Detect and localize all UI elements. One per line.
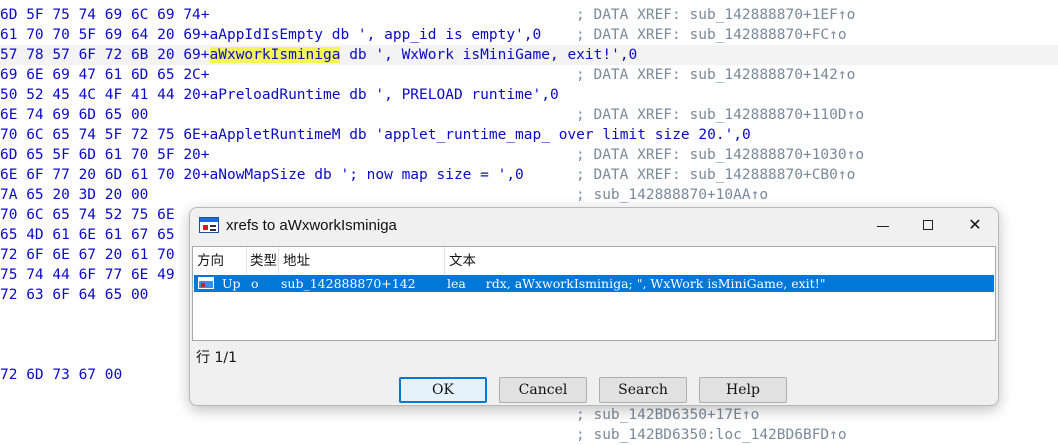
listing-code: 7A 65 20 3D 20 00 xyxy=(0,187,149,203)
xref-row-icon xyxy=(198,277,214,289)
listing-code: 6D 65 5F 6D 61 70 5F 20+ xyxy=(0,147,210,163)
listing-code: 61 70 70 5F 69 64 20 69+aAppIdIsEmpty db… xyxy=(0,27,542,43)
listing-comment: ; DATA XREF: sub_142888870+1030↑o xyxy=(576,147,865,163)
listing-comment: ; DATA XREF: sub_142888870+1EF↑o xyxy=(576,7,856,23)
help-button[interactable]: Help xyxy=(699,377,787,403)
listing-code: 65 4D 61 6E 61 67 65 xyxy=(0,227,175,243)
xref-list[interactable]: 方向 类型 地址 文本 Up o sub_142888870+142 lea r… xyxy=(192,246,996,341)
listing-code: 6D 5F 75 74 69 6C 69 74+ xyxy=(0,7,210,23)
listing-comment: ; DATA XREF: sub_142888870+142↑o xyxy=(576,67,856,83)
close-icon: ✕ xyxy=(968,217,982,234)
listing-line[interactable]: 72 6D 73 67 00 xyxy=(0,365,122,385)
close-button[interactable]: ✕ xyxy=(952,208,998,244)
list-header: 方向 类型 地址 文本 xyxy=(193,247,995,275)
listing-code: 57 78 57 6F 72 6B 20 69+ xyxy=(0,47,210,63)
listing-line[interactable]: 7A 65 20 3D 20 00 ; sub_142888870+10AA↑o xyxy=(0,185,768,205)
listing-line[interactable]: 6D 65 5F 6D 61 70 5F 20+ ; DATA XREF: sub… xyxy=(0,145,864,165)
maximize-button[interactable] xyxy=(906,208,952,244)
dialog-titlebar[interactable]: xrefs to aWxworkIsminiga ✕ xyxy=(190,208,998,244)
maximize-icon xyxy=(923,220,933,230)
listing-comment: ; DATA XREF: sub_142888870+110D↑o xyxy=(576,107,865,123)
listing-code: 70 6C 65 74 5F 72 75 6E+aAppletRuntimeM … xyxy=(0,127,751,143)
listing-line[interactable]: 6E 6F 77 20 6D 61 70 20+aNowMapSize db '… xyxy=(0,165,855,185)
listing-comment: ; sub_142BD6350+17E↑o xyxy=(576,407,760,423)
xref-type: o xyxy=(251,276,259,291)
search-button[interactable]: Search xyxy=(599,377,687,403)
listing-comment: ; DATA XREF: sub_142888870+FC↑o xyxy=(576,27,847,43)
listing-line[interactable]: 6E 74 69 6D 65 00 ; DATA XREF: sub_142888… xyxy=(0,105,864,125)
listing-code: db ', WxWork isMiniGame, exit!',0 xyxy=(340,47,638,63)
listing-line[interactable]: 69 6E 69 47 61 6D 65 2C+ ; DATA XREF: sub… xyxy=(0,65,855,85)
xrefs-dialog: xrefs to aWxworkIsminiga ✕ 方向 类型 地址 文本 U… xyxy=(189,207,999,406)
listing-code: 6E 74 69 6D 65 00 xyxy=(0,107,149,123)
listing-line[interactable]: 70 6C 65 74 52 75 6E xyxy=(0,205,175,225)
column-header-address[interactable]: 地址 xyxy=(279,247,445,275)
listing-code: 70 6C 65 74 52 75 6E xyxy=(0,207,175,223)
listing-line[interactable]: 65 4D 61 6E 61 67 65 xyxy=(0,225,175,245)
listing-line[interactable]: 6D 5F 75 74 69 6C 69 74+ ; DATA XREF: sub… xyxy=(0,5,855,25)
column-header-type[interactable]: 类型 xyxy=(247,247,279,275)
listing-code: 72 63 6F 64 65 00 xyxy=(0,287,149,303)
minimize-icon xyxy=(877,226,889,227)
listing-code: 72 6D 73 67 00 xyxy=(0,367,123,383)
xref-address: sub_142888870+142 xyxy=(281,276,416,291)
cancel-button[interactable]: Cancel xyxy=(499,377,587,403)
listing-line-current[interactable]: 57 78 57 6F 72 6B 20 69+aWxworkIsminiga … xyxy=(0,45,1058,65)
listing-line[interactable]: 50 52 45 4C 4F 41 44 20+aPreloadRuntime … xyxy=(0,85,559,105)
xref-row[interactable]: Up o sub_142888870+142 lea rdx, aWxworkI… xyxy=(194,275,994,292)
status-line: 行 1/1 xyxy=(196,350,237,366)
xref-window-icon xyxy=(199,217,219,233)
dialog-title: xrefs to aWxworkIsminiga xyxy=(226,217,397,234)
listing-comment: ; sub_142888870+10AA↑o xyxy=(576,187,769,203)
listing-line[interactable]: 72 6F 6E 67 20 61 70 xyxy=(0,245,175,265)
listing-comment: ; DATA XREF: sub_142888870+CB0↑o xyxy=(576,167,856,183)
listing-code: 69 6E 69 47 61 6D 65 2C+ xyxy=(0,67,210,83)
listing-line[interactable]: 72 63 6F 64 65 00 xyxy=(0,285,148,305)
minimize-button[interactable] xyxy=(860,208,906,244)
listing-code: 72 6F 6E 67 20 61 70 xyxy=(0,247,175,263)
listing-code: 6E 6F 77 20 6D 61 70 20+aNowMapSize db '… xyxy=(0,167,524,183)
listing-code: 75 74 44 6F 77 6E 49 xyxy=(0,267,175,283)
listing-line[interactable]: 75 74 44 6F 77 6E 49 xyxy=(0,265,175,285)
listing-line[interactable]: 61 70 70 5F 69 64 20 69+aAppIdIsEmpty db… xyxy=(0,25,847,45)
listing-line[interactable]: 70 6C 65 74 5F 72 75 6E+aAppletRuntimeM … xyxy=(0,125,751,145)
column-header-direction[interactable]: 方向 xyxy=(193,247,247,275)
xref-direction: Up xyxy=(222,276,241,291)
xref-text: lea rdx, aWxworkIsminiga; ", WxWork isMi… xyxy=(447,276,826,291)
listing-code: 50 52 45 4C 4F 41 44 20+aPreloadRuntime … xyxy=(0,87,559,103)
column-header-text[interactable]: 文本 xyxy=(445,247,995,275)
highlighted-symbol[interactable]: aWxworkIsminiga xyxy=(209,47,341,63)
ok-button[interactable]: OK xyxy=(399,377,487,403)
listing-comment: ; sub_142BD6350:loc_142BD6BFD↑o xyxy=(576,427,847,443)
